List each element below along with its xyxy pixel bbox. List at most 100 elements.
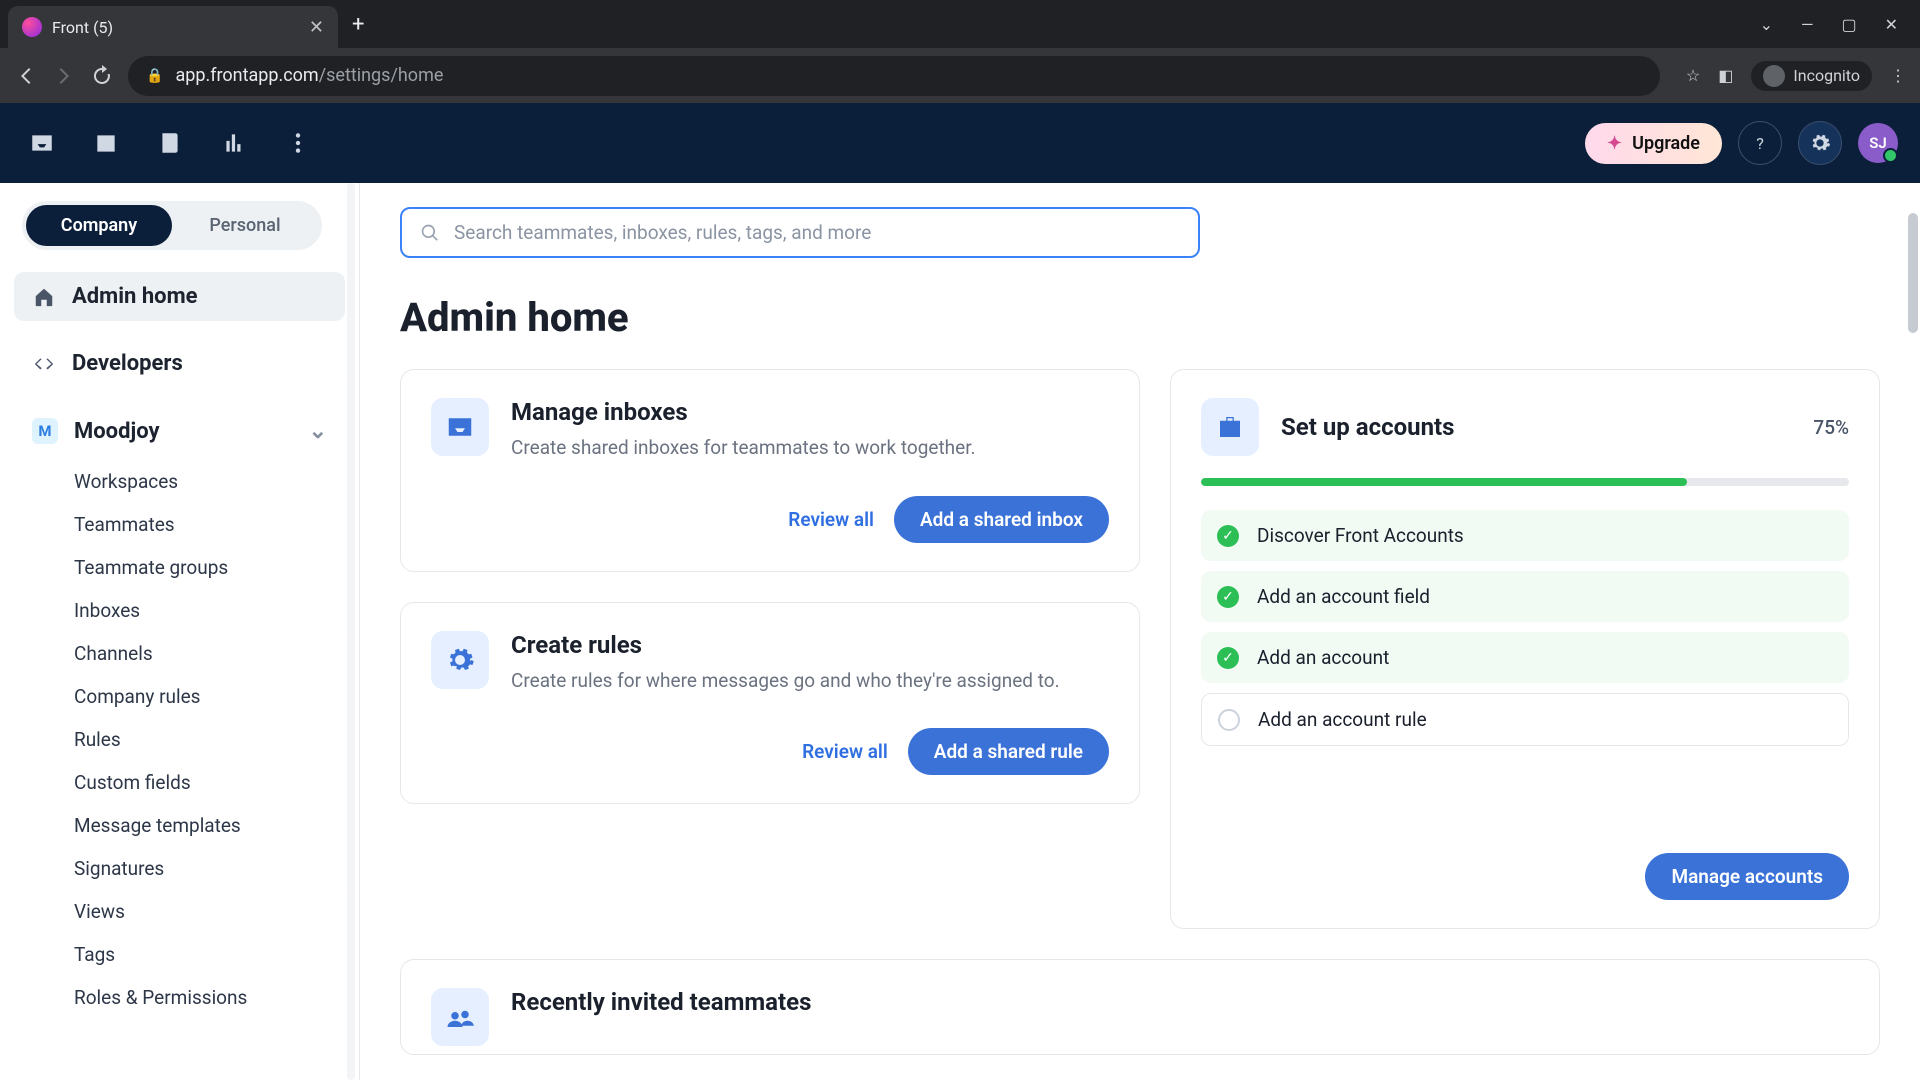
inbox-nav-icon[interactable] [22, 123, 62, 163]
tab-personal[interactable]: Personal [172, 205, 318, 246]
minimize-icon[interactable]: ― [1801, 15, 1814, 34]
favicon-icon [22, 17, 42, 37]
scrollbar[interactable] [1908, 213, 1918, 1080]
task-item[interactable]: ✓ Discover Front Accounts [1201, 510, 1849, 561]
bookmark-icon[interactable]: ☆ [1686, 66, 1700, 85]
main-area: Company Personal Admin home Developers M… [0, 183, 1920, 1080]
check-icon: ✓ [1217, 586, 1239, 608]
code-icon [32, 352, 56, 376]
teammates-icon [431, 988, 489, 1046]
more-nav-icon[interactable] [278, 123, 318, 163]
sidebar-subitem[interactable]: Views [66, 890, 351, 933]
check-icon: ✓ [1217, 647, 1239, 669]
card-create-rules: Create rules Create rules for where mess… [400, 602, 1140, 805]
sidebar-subitem[interactable]: Company rules [66, 675, 351, 718]
url-box[interactable]: 🔒 app.frontapp.com/settings/home [128, 56, 1660, 96]
maximize-icon[interactable]: ▢ [1841, 15, 1856, 34]
add-shared-rule-button[interactable]: Add a shared rule [908, 728, 1109, 775]
home-icon [32, 285, 56, 309]
card-desc: Create rules for where messages go and w… [511, 667, 1060, 695]
sidebar-subitem[interactable]: Inboxes [66, 589, 351, 632]
user-avatar[interactable]: SJ [1858, 123, 1898, 163]
gear-icon [431, 631, 489, 689]
tab-title: Front (5) [52, 18, 299, 37]
search-field[interactable] [400, 207, 1200, 258]
scope-toggle: Company Personal [22, 201, 322, 250]
review-all-link[interactable]: Review all [802, 740, 888, 763]
progress-fill [1201, 478, 1687, 486]
svg-text:31: 31 [101, 142, 112, 153]
sidebar-subitem[interactable]: Teammate groups [66, 546, 351, 589]
browser-chrome: Front (5) ✕ + ⌄ ― ▢ ✕ 🔒 app.frontapp.com… [0, 0, 1920, 103]
close-window-icon[interactable]: ✕ [1885, 15, 1898, 34]
workspace-subitems: WorkspacesTeammatesTeammate groupsInboxe… [66, 460, 351, 1019]
sidebar-subitem[interactable]: Signatures [66, 847, 351, 890]
manage-accounts-button[interactable]: Manage accounts [1645, 853, 1849, 900]
task-label: Discover Front Accounts [1257, 524, 1464, 547]
check-icon: ✓ [1217, 525, 1239, 547]
reload-button[interactable] [90, 64, 114, 88]
card-recent-teammates: Recently invited teammates [400, 959, 1880, 1055]
sidebar-subitem[interactable]: Tags [66, 933, 351, 976]
search-icon [420, 223, 440, 243]
sidebar-item-admin-home[interactable]: Admin home [14, 272, 345, 321]
card-desc: Create shared inboxes for teammates to w… [511, 434, 976, 462]
address-bar: 🔒 app.frontapp.com/settings/home ☆ ◧ Inc… [0, 48, 1920, 103]
sidebar-subitem[interactable]: Roles & Permissions [66, 976, 351, 1019]
progress-percent: 75% [1813, 416, 1849, 439]
chevron-down-icon: ⌄ [309, 419, 327, 444]
task-item[interactable]: ✓ Add an account field [1201, 571, 1849, 622]
content: Admin home Manage inboxes Create shared … [360, 183, 1920, 1080]
incognito-label: Incognito [1793, 66, 1860, 85]
window-controls: ⌄ ― ▢ ✕ [1760, 15, 1912, 34]
sidebar-subitem[interactable]: Message templates [66, 804, 351, 847]
tabs-dropdown-icon[interactable]: ⌄ [1760, 15, 1773, 34]
back-button[interactable] [14, 64, 38, 88]
app-top-bar: 31 ✦ Upgrade ? SJ [0, 103, 1920, 183]
task-item[interactable]: Add an account rule [1201, 693, 1849, 746]
new-tab-button[interactable]: + [352, 12, 364, 37]
sidebar-subitem[interactable]: Custom fields [66, 761, 351, 804]
sidebar-label: Developers [72, 351, 183, 376]
browser-tab[interactable]: Front (5) ✕ [8, 6, 338, 48]
task-list: ✓ Discover Front Accounts ✓ Add an account … [1201, 510, 1849, 756]
sidebar-subitem[interactable]: Workspaces [66, 460, 351, 503]
sidebar-item-workspace[interactable]: M Moodjoy ⌄ [14, 406, 345, 456]
card-title: Manage inboxes [511, 398, 976, 426]
card-manage-inboxes: Manage inboxes Create shared inboxes for… [400, 369, 1140, 572]
workspace-badge: M [32, 418, 58, 444]
sidebar-item-developers[interactable]: Developers [14, 339, 345, 388]
circle-icon [1218, 709, 1240, 731]
upgrade-button[interactable]: ✦ Upgrade [1585, 123, 1722, 164]
settings-button[interactable] [1798, 121, 1842, 165]
sidebar-subitem[interactable]: Rules [66, 718, 351, 761]
upgrade-label: Upgrade [1632, 133, 1700, 154]
task-label: Add an account [1257, 646, 1389, 669]
review-all-link[interactable]: Review all [788, 508, 874, 531]
gem-icon: ✦ [1607, 133, 1622, 154]
page-title: Admin home [400, 294, 1880, 341]
add-shared-inbox-button[interactable]: Add a shared inbox [894, 496, 1109, 543]
progress-bar [1201, 478, 1849, 486]
card-title: Recently invited teammates [511, 988, 811, 1016]
calendar-nav-icon[interactable]: 31 [86, 123, 126, 163]
incognito-badge: Incognito [1751, 61, 1872, 91]
contacts-nav-icon[interactable] [150, 123, 190, 163]
search-input[interactable] [454, 221, 1180, 244]
analytics-nav-icon[interactable] [214, 123, 254, 163]
sidebar-label: Moodjoy [74, 419, 160, 444]
tab-company[interactable]: Company [26, 205, 172, 246]
close-tab-icon[interactable]: ✕ [309, 17, 324, 38]
browser-menu-icon[interactable]: ⋮ [1890, 66, 1906, 85]
task-label: Add an account field [1257, 585, 1430, 608]
lock-icon: 🔒 [146, 68, 163, 84]
help-button[interactable]: ? [1738, 121, 1782, 165]
extensions-icon[interactable]: ◧ [1718, 66, 1733, 85]
browser-tab-bar: Front (5) ✕ + ⌄ ― ▢ ✕ [0, 0, 1920, 48]
sidebar-subitem[interactable]: Teammates [66, 503, 351, 546]
url-text: app.frontapp.com/settings/home [175, 65, 443, 86]
sidebar-subitem[interactable]: Channels [66, 632, 351, 675]
task-item[interactable]: ✓ Add an account [1201, 632, 1849, 683]
card-setup-accounts: Set up accounts 75% ✓Discover Front Acco… [1170, 369, 1880, 929]
forward-button [52, 64, 76, 88]
